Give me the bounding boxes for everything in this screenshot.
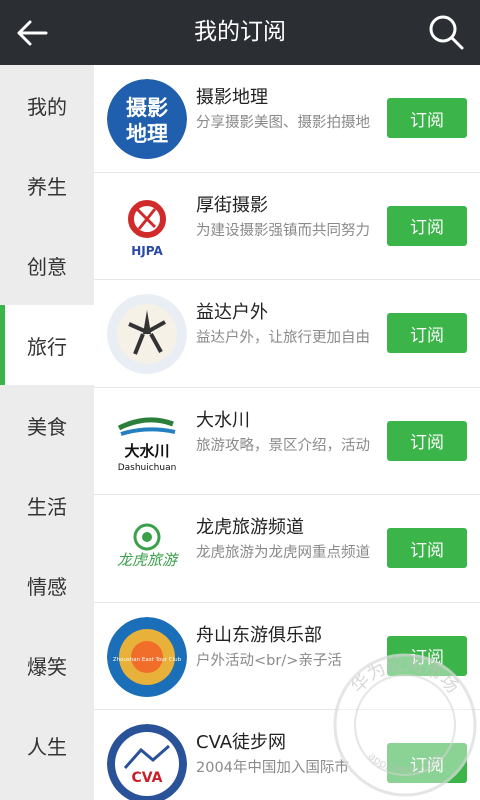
sidebar-item-shenghuo[interactable]: 生活	[0, 465, 94, 545]
search-button[interactable]	[422, 8, 472, 58]
subscribe-button[interactable]: 订阅	[387, 420, 467, 461]
logo-text: 摄影	[126, 96, 168, 120]
channel-desc: 户外活动<br/>亲子活	[196, 652, 342, 669]
list-item[interactable]: 益达户外 益达户外，让旅行更加自由 订阅	[94, 280, 480, 388]
subscribe-button[interactable]: 订阅	[387, 205, 467, 246]
channel-name: 龙虎旅游频道	[196, 517, 304, 538]
logo-text: CVA	[132, 770, 163, 786]
sidebar-item-chuangyi[interactable]: 创意	[0, 225, 94, 305]
app-root: 我的订阅 我的 养生 创意 旅行 美食 生活 情感 爆笑 人生 摄影 地理 摄影…	[0, 0, 480, 800]
sidebar-item-wode[interactable]: 我的	[0, 65, 94, 145]
logo-text: 大水川	[124, 442, 169, 460]
channel-desc: 益达户外，让旅行更加自由	[196, 330, 370, 346]
category-sidebar: 我的 养生 创意 旅行 美食 生活 情感 爆笑 人生	[0, 65, 94, 800]
sidebar-item-label: 旅行	[27, 334, 67, 359]
sidebar-item-meishi[interactable]: 美食	[0, 385, 94, 465]
channel-logo: 摄影 地理	[107, 79, 187, 159]
sidebar-item-label: 爆笑	[27, 654, 67, 679]
logo-text: HJPA	[131, 244, 163, 258]
sidebar-item-baoxiao[interactable]: 爆笑	[0, 625, 94, 705]
channel-logo: CVA	[107, 724, 187, 800]
list-item[interactable]: Zhoushan East Tour Club 舟山东游俱乐部 户外活动<br/…	[94, 603, 480, 710]
channel-logo: HJPA	[107, 186, 187, 267]
sidebar-item-label: 创意	[27, 254, 67, 279]
channel-name: 厚街摄影	[196, 194, 268, 216]
channel-logo: 龙虎旅游	[107, 509, 187, 589]
sidebar-item-label: 生活	[27, 494, 67, 519]
sidebar-item-label: 情感	[27, 574, 67, 599]
page-title: 我的订阅	[194, 19, 286, 45]
subscribe-button[interactable]: 订阅	[387, 743, 467, 783]
subscription-list: 摄影 地理 摄影地理 分享摄影美图、摄影拍摄地 订阅 HJPA 厚街摄影 为建设…	[94, 65, 480, 800]
sidebar-item-label: 我的	[27, 94, 67, 119]
subscribe-button[interactable]: 订阅	[387, 635, 467, 676]
subscribe-button[interactable]: 订阅	[387, 528, 467, 568]
channel-desc: 2004年中国加入国际市	[196, 760, 349, 776]
channel-logo: 大水川 Dashuichuan	[107, 401, 187, 482]
logo-text: Zhoushan East Tour Club	[113, 657, 182, 663]
logo-text: 地理	[126, 122, 168, 146]
channel-name: 大水川	[196, 409, 250, 431]
sidebar-item-label: 美食	[27, 414, 67, 439]
channel-desc: 分享摄影美图、摄影拍摄地	[196, 115, 370, 131]
list-item[interactable]: 龙虎旅游 龙虎旅游频道 龙虎旅游为龙虎网重点频道 订阅	[94, 495, 480, 603]
list-item[interactable]: HJPA 厚街摄影 为建设摄影强镇而共同努力 订阅	[94, 173, 480, 280]
channel-name: 摄影地理	[196, 87, 268, 108]
sidebar-item-label: 养生	[27, 174, 67, 199]
search-icon	[429, 15, 464, 50]
list-item[interactable]: 摄影 地理 摄影地理 分享摄影美图、摄影拍摄地 订阅	[94, 65, 480, 173]
logo-text: 龙虎旅游	[117, 551, 180, 569]
channel-desc: 龙虎旅游为龙虎网重点频道	[196, 545, 370, 561]
list-item[interactable]: 大水川 Dashuichuan 大水川 旅游攻略，景区介绍，活动 订阅	[94, 388, 480, 495]
sidebar-item-lvxing[interactable]: 旅行	[0, 305, 94, 385]
channel-logo: Zhoushan East Tour Club	[107, 616, 187, 697]
channel-desc: 旅游攻略，景区介绍，活动	[196, 437, 370, 454]
logo-text: Dashuichuan	[118, 463, 177, 473]
sidebar-item-label: 人生	[27, 734, 67, 759]
top-bar: 我的订阅	[0, 0, 480, 65]
subscribe-button[interactable]: 订阅	[387, 313, 467, 353]
list-item[interactable]: CVA CVA徒步网 2004年中国加入国际市 订阅	[94, 710, 480, 800]
sidebar-item-qinggan[interactable]: 情感	[0, 545, 94, 625]
channel-name: CVA徒步网	[196, 732, 287, 753]
subscribe-button[interactable]: 订阅	[387, 98, 467, 138]
channel-desc: 为建设摄影强镇而共同努力	[196, 222, 370, 239]
sidebar-item-yangsheng[interactable]: 养生	[0, 145, 94, 225]
sidebar-item-rensheng[interactable]: 人生	[0, 705, 94, 785]
channel-logo	[107, 294, 187, 374]
channel-name: 益达户外	[196, 302, 268, 323]
channel-name: 舟山东游俱乐部	[196, 624, 322, 646]
